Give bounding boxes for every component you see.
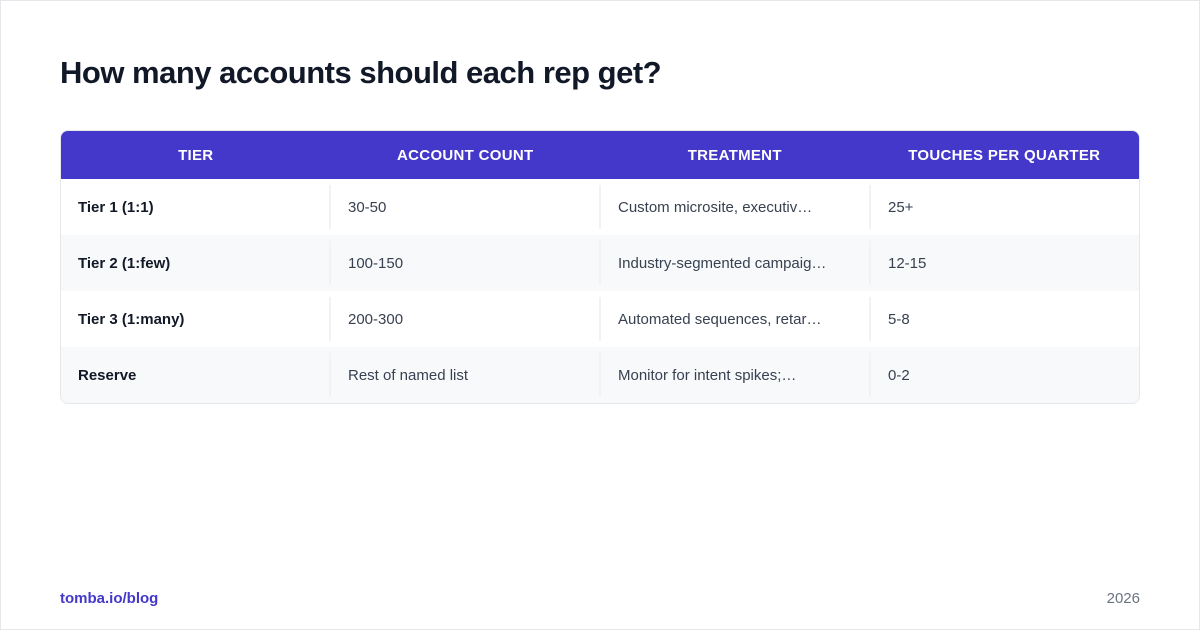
cell-treatment: Custom microsite, executiv…: [599, 185, 869, 229]
cell-treatment: Automated sequences, retar…: [599, 297, 869, 341]
cell-touches: 25+: [869, 185, 1139, 229]
cell-account-count: Rest of named list: [329, 353, 599, 397]
cell-tier: Reserve: [78, 366, 137, 384]
table-row: Reserve Rest of named list Monitor for i…: [61, 347, 1139, 403]
column-header-tier: TIER: [178, 146, 214, 164]
column-header-treatment: TREATMENT: [687, 146, 782, 164]
column-header-touches-per-quarter: TOUCHES PER QUARTER: [908, 146, 1101, 164]
cell-touches: 12-15: [869, 241, 1139, 285]
cell-treatment: Monitor for intent spikes;…: [599, 353, 869, 397]
column-header-account-count: ACCOUNT COUNT: [397, 146, 534, 164]
table-row: Tier 3 (1:many) 200-300 Automated sequen…: [61, 291, 1139, 347]
cell-touches: 5-8: [869, 297, 1139, 341]
cell-account-count: 200-300: [329, 297, 599, 341]
footer-year: 2026: [1106, 590, 1140, 607]
cell-account-count: 100-150: [329, 241, 599, 285]
cell-tier: Tier 2 (1:few): [78, 254, 171, 272]
table-header: TIER ACCOUNT COUNT TREATMENT TOUCHES PER…: [61, 131, 1139, 179]
cell-treatment: Industry-segmented campaig…: [599, 241, 869, 285]
page-title: How many accounts should each rep get?: [60, 55, 662, 90]
cell-account-count: 30-50: [329, 185, 599, 229]
cell-tier: Tier 1 (1:1): [78, 198, 154, 216]
cell-touches: 0-2: [869, 353, 1139, 397]
accounts-table: TIER ACCOUNT COUNT TREATMENT TOUCHES PER…: [60, 130, 1140, 404]
table-row: Tier 1 (1:1) 30-50 Custom microsite, exe…: [61, 179, 1139, 235]
blog-link[interactable]: tomba.io/blog: [60, 590, 158, 607]
table-row: Tier 2 (1:few) 100-150 Industry-segmente…: [61, 235, 1139, 291]
cell-tier: Tier 3 (1:many): [78, 310, 185, 328]
